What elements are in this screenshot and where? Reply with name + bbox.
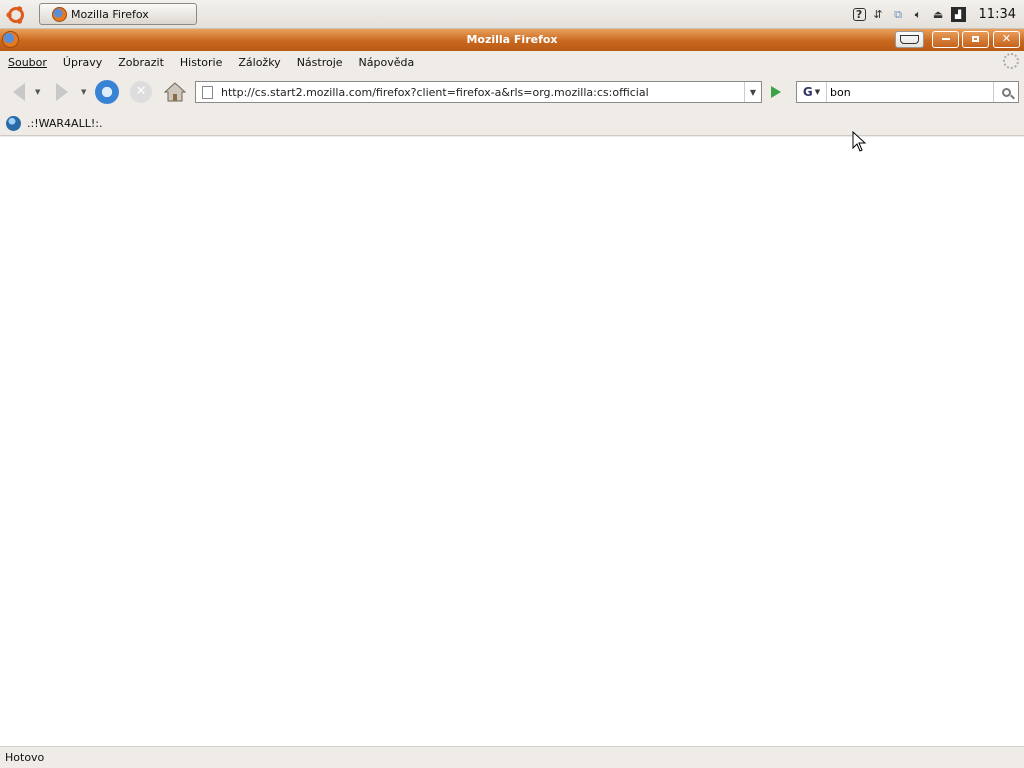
taskbar-label: Mozilla Firefox: [71, 7, 149, 21]
eject-icon[interactable]: ⏏: [931, 7, 946, 22]
help-icon[interactable]: ?: [852, 8, 866, 21]
window-title: Mozilla Firefox: [466, 33, 558, 46]
menu-bar: Soubor Úpravy Zobrazit Historie Záložky …: [0, 51, 1024, 73]
window-firefox-icon[interactable]: [2, 31, 19, 48]
forward-history-dropdown[interactable]: ▼: [81, 88, 89, 96]
page-icon: [202, 85, 213, 99]
throbber-icon: [1003, 53, 1019, 69]
mouse-cursor-icon: [852, 131, 866, 152]
update-notifier-icon[interactable]: ⇵: [871, 7, 886, 22]
menu-soubor[interactable]: Soubor: [8, 56, 47, 69]
keyboard-layout-icon[interactable]: ▟: [950, 7, 966, 22]
menu-zobrazit[interactable]: Zobrazit: [118, 56, 164, 69]
maximize-button[interactable]: [962, 31, 989, 48]
bookmark-item[interactable]: .:!WAR4ALL!:.: [27, 117, 102, 130]
menu-nastroje[interactable]: Nástroje: [297, 56, 343, 69]
minimize-icon: [941, 38, 950, 40]
back-history-dropdown[interactable]: ▼: [35, 88, 43, 96]
url-bar[interactable]: ▼: [195, 81, 762, 103]
maximize-icon: [972, 36, 979, 42]
page-content[interactable]: [0, 137, 1024, 746]
bookmarks-toolbar: .:!WAR4ALL!:.: [0, 111, 1024, 136]
system-tray: ? ⇵ ⧉ 🔈︎ ⏏ ▟ 11:34: [852, 0, 1024, 29]
menu-zalozky[interactable]: Záložky: [238, 56, 280, 69]
search-button[interactable]: [993, 82, 1018, 102]
reload-button[interactable]: [92, 77, 122, 107]
status-text: Hotovo: [5, 751, 45, 764]
taskbar-firefox-button[interactable]: Mozilla Firefox: [39, 3, 197, 25]
search-icon: [1001, 87, 1011, 97]
close-icon: ✕: [1001, 32, 1012, 45]
go-button[interactable]: [765, 81, 787, 103]
menu-historie[interactable]: Historie: [180, 56, 222, 69]
bookmark-favicon-icon: [6, 115, 21, 131]
search-input[interactable]: [827, 85, 993, 99]
status-bar: Hotovo: [0, 746, 1024, 768]
stop-icon: ✕: [130, 81, 152, 103]
search-bar[interactable]: G ▼: [796, 81, 1019, 103]
forward-button[interactable]: [47, 77, 77, 107]
clock[interactable]: 11:34: [979, 7, 1016, 22]
close-button[interactable]: ✕: [993, 31, 1020, 48]
url-input[interactable]: [221, 85, 744, 99]
navigation-toolbar: ▼ ▼ ✕ ▼ G▼: [0, 73, 1024, 111]
menu-napoveda[interactable]: Nápověda: [359, 56, 415, 69]
back-arrow-icon: [13, 83, 25, 101]
search-engine-selector[interactable]: G ▼: [797, 82, 827, 102]
home-button[interactable]: [160, 77, 190, 107]
firefox-icon: [52, 6, 67, 22]
google-icon: G: [802, 85, 813, 99]
stop-button[interactable]: ✕: [126, 77, 156, 107]
go-arrow-icon: [771, 86, 781, 98]
top-panel: Mozilla Firefox ? ⇵ ⧉ 🔈︎ ⏏ ▟ 11:34: [0, 0, 1024, 29]
forward-arrow-icon: [56, 83, 68, 101]
home-icon: [164, 82, 186, 102]
window-title-bar[interactable]: Mozilla Firefox: [0, 29, 1024, 51]
reload-icon: [95, 80, 119, 104]
network-icon[interactable]: ⧉: [891, 7, 906, 22]
minimize-button[interactable]: [932, 31, 959, 48]
window-menu-button[interactable]: [895, 31, 924, 48]
menu-upravy[interactable]: Úpravy: [63, 56, 102, 69]
back-button[interactable]: [4, 77, 34, 107]
volume-icon[interactable]: 🔈︎: [911, 7, 926, 22]
ubuntu-logo-icon[interactable]: [5, 4, 27, 26]
url-history-dropdown[interactable]: ▼: [744, 82, 761, 102]
